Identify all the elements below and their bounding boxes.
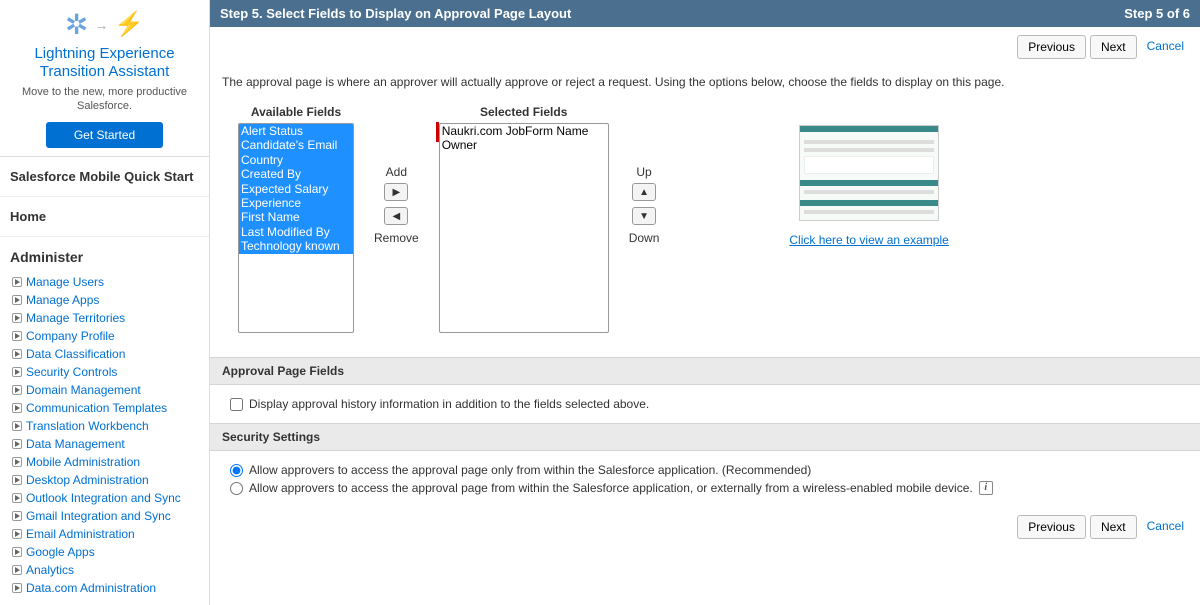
required-marker xyxy=(436,122,439,142)
sidebar-item-translation-workbench[interactable]: Translation Workbench xyxy=(12,419,209,433)
security-option-external-label: Allow approvers to access the approval p… xyxy=(249,481,973,495)
reorder-controls: Up ▲ ▼ Down xyxy=(629,105,660,247)
lightning-bolt-icon: ⚡ xyxy=(114,10,144,39)
button-bar-bottom: Previous Next Cancel xyxy=(210,507,1200,547)
next-button[interactable]: Next xyxy=(1090,35,1137,59)
sidebar-item-desktop-administration[interactable]: Desktop Administration xyxy=(12,473,209,487)
arrow-down-icon: ▼ xyxy=(639,211,649,222)
previous-button[interactable]: Previous xyxy=(1017,35,1086,59)
expand-icon xyxy=(12,367,22,377)
get-started-button[interactable]: Get Started xyxy=(46,122,163,148)
example-thumbnail xyxy=(799,125,939,221)
down-label: Down xyxy=(629,231,660,245)
sidebar-item-outlook-integration[interactable]: Outlook Integration and Sync xyxy=(12,491,209,505)
add-button[interactable]: ▶ xyxy=(384,183,408,201)
sidebar-item-email-administration[interactable]: Email Administration xyxy=(12,527,209,541)
sidebar-item-domain-management[interactable]: Domain Management xyxy=(12,383,209,397)
field-picker: Available Fields Alert Status Candidate'… xyxy=(210,105,1200,357)
remove-label: Remove xyxy=(374,231,419,245)
step-title: Step 5. Select Fields to Display on Appr… xyxy=(220,6,571,21)
expand-icon xyxy=(12,403,22,413)
main-content: Step 5. Select Fields to Display on Appr… xyxy=(210,0,1200,605)
expand-icon xyxy=(12,295,22,305)
sidebar-item-manage-users[interactable]: Manage Users xyxy=(12,275,209,289)
next-button-bottom[interactable]: Next xyxy=(1090,515,1137,539)
expand-icon xyxy=(12,475,22,485)
display-history-label: Display approval history information in … xyxy=(249,397,649,411)
sidebar-item-company-profile[interactable]: Company Profile xyxy=(12,329,209,343)
available-fields-label: Available Fields xyxy=(251,105,341,119)
move-down-button[interactable]: ▼ xyxy=(632,207,656,225)
expand-icon xyxy=(12,439,22,449)
sidebar-item-data-management[interactable]: Data Management xyxy=(12,437,209,451)
promo-subtitle: Move to the new, more productive Salesfo… xyxy=(10,85,199,114)
sidebar-item-google-apps[interactable]: Google Apps xyxy=(12,545,209,559)
sidebar-item-gmail-integration[interactable]: Gmail Integration and Sync xyxy=(12,509,209,523)
display-history-checkbox[interactable] xyxy=(230,398,243,411)
expand-icon xyxy=(12,313,22,323)
expand-icon xyxy=(12,349,22,359)
cancel-link[interactable]: Cancel xyxy=(1141,35,1190,59)
expand-icon xyxy=(12,511,22,521)
display-history-checkbox-row[interactable]: Display approval history information in … xyxy=(230,395,1180,413)
previous-button-bottom[interactable]: Previous xyxy=(1017,515,1086,539)
sidebar-item-analytics[interactable]: Analytics xyxy=(12,563,209,577)
selected-fields-listbox[interactable]: Naukri.com JobForm Name Owner xyxy=(439,123,609,333)
home-link[interactable]: Home xyxy=(0,197,209,237)
selected-fields-label: Selected Fields xyxy=(480,105,567,119)
expand-icon xyxy=(12,565,22,575)
arrow-left-icon: ◀ xyxy=(392,211,400,222)
description-text: The approval page is where an approver w… xyxy=(210,67,1200,105)
security-settings-heading: Security Settings xyxy=(210,423,1200,451)
sidebar-item-datacom-administration[interactable]: Data.com Administration xyxy=(12,581,209,595)
example-preview: Click here to view an example xyxy=(789,105,948,247)
button-bar-top: Previous Next Cancel xyxy=(210,27,1200,67)
clover-icon: ✲ xyxy=(65,8,88,41)
security-option-internal-row[interactable]: Allow approvers to access the approval p… xyxy=(230,461,1180,479)
step-header: Step 5. Select Fields to Display on Appr… xyxy=(210,0,1200,27)
administer-nav: Manage Users Manage Apps Manage Territor… xyxy=(0,273,209,605)
add-remove-controls: Add ▶ ◀ Remove xyxy=(374,105,419,247)
cancel-link-bottom[interactable]: Cancel xyxy=(1141,515,1190,539)
sidebar-item-manage-apps[interactable]: Manage Apps xyxy=(12,293,209,307)
arrow-right-icon: → xyxy=(94,17,108,33)
expand-icon xyxy=(12,529,22,539)
step-progress: Step 5 of 6 xyxy=(1124,6,1190,21)
expand-icon xyxy=(12,493,22,503)
expand-icon xyxy=(12,385,22,395)
sidebar-item-communication-templates[interactable]: Communication Templates xyxy=(12,401,209,415)
info-icon[interactable]: i xyxy=(979,481,993,495)
remove-button[interactable]: ◀ xyxy=(384,207,408,225)
move-up-button[interactable]: ▲ xyxy=(632,183,656,201)
arrow-up-icon: ▲ xyxy=(639,187,649,198)
expand-icon xyxy=(12,547,22,557)
up-label: Up xyxy=(636,165,651,179)
security-option-internal-label: Allow approvers to access the approval p… xyxy=(249,463,811,477)
security-option-external-radio[interactable] xyxy=(230,482,243,495)
expand-icon xyxy=(12,457,22,467)
add-label: Add xyxy=(386,165,407,179)
expand-icon xyxy=(12,421,22,431)
expand-icon xyxy=(12,331,22,341)
sidebar-item-data-classification[interactable]: Data Classification xyxy=(12,347,209,361)
available-fields-listbox[interactable]: Alert Status Candidate's Email Country C… xyxy=(238,123,354,333)
expand-icon xyxy=(12,583,22,593)
security-option-internal-radio[interactable] xyxy=(230,464,243,477)
sidebar-item-mobile-administration[interactable]: Mobile Administration xyxy=(12,455,209,469)
administer-heading: Administer xyxy=(0,237,209,273)
view-example-link[interactable]: Click here to view an example xyxy=(789,233,948,247)
sidebar-item-security-controls[interactable]: Security Controls xyxy=(12,365,209,379)
approval-page-fields-heading: Approval Page Fields xyxy=(210,357,1200,385)
expand-icon xyxy=(12,277,22,287)
arrow-right-icon: ▶ xyxy=(392,187,400,198)
sidebar-item-manage-territories[interactable]: Manage Territories xyxy=(12,311,209,325)
mobile-quick-start-link[interactable]: Salesforce Mobile Quick Start xyxy=(0,157,209,197)
promo-box: ✲ → ⚡ Lightning Experience Transition As… xyxy=(0,0,209,157)
promo-icons: ✲ → ⚡ xyxy=(10,8,199,41)
promo-title: Lightning Experience Transition Assistan… xyxy=(10,45,199,81)
sidebar: ✲ → ⚡ Lightning Experience Transition As… xyxy=(0,0,210,605)
security-option-external-row[interactable]: Allow approvers to access the approval p… xyxy=(230,479,1180,497)
